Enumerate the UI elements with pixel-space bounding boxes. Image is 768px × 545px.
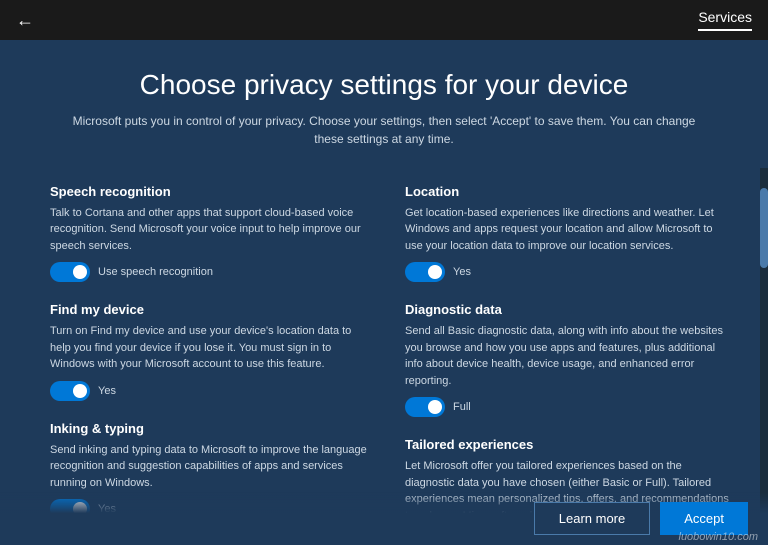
diagnostic-toggle-thumb — [428, 400, 442, 414]
diagnostic-toggle-label: Full — [453, 401, 471, 413]
setting-find-device: Find my device Turn on Find my device an… — [50, 302, 375, 401]
settings-scroll[interactable]: Speech recognition Talk to Cortana and o… — [0, 168, 760, 545]
header-section: Choose privacy settings for your device … — [0, 40, 768, 168]
find-device-toggle[interactable] — [50, 381, 90, 401]
setting-speech-toggle-row: Use speech recognition — [50, 262, 375, 282]
bottom-bar: Learn more Accept — [0, 492, 768, 545]
page-title: Choose privacy settings for your device — [60, 68, 708, 102]
setting-find-device-toggle-row: Yes — [50, 381, 375, 401]
location-toggle-thumb — [428, 265, 442, 279]
location-toggle-track — [405, 262, 445, 282]
setting-location-toggle-row: Yes — [405, 262, 730, 282]
titlebar: ← Services — [0, 0, 768, 40]
setting-speech-title: Speech recognition — [50, 184, 375, 199]
scrollbar[interactable] — [760, 168, 768, 545]
find-device-toggle-thumb — [73, 384, 87, 398]
learn-more-button[interactable]: Learn more — [534, 502, 650, 535]
page-subtitle: Microsoft puts you in control of your pr… — [60, 112, 708, 148]
diagnostic-toggle[interactable] — [405, 397, 445, 417]
diagnostic-toggle-track — [405, 397, 445, 417]
setting-find-device-title: Find my device — [50, 302, 375, 317]
setting-speech: Speech recognition Talk to Cortana and o… — [50, 184, 375, 283]
setting-location: Location Get location-based experiences … — [405, 184, 730, 283]
setting-location-desc: Get location-based experiences like dire… — [405, 205, 730, 255]
titlebar-title: Services — [698, 9, 752, 31]
main-content: Choose privacy settings for your device … — [0, 40, 768, 545]
find-device-toggle-track — [50, 381, 90, 401]
setting-speech-desc: Talk to Cortana and other apps that supp… — [50, 205, 375, 255]
speech-toggle[interactable] — [50, 262, 90, 282]
back-button[interactable]: ← — [16, 10, 34, 31]
setting-diagnostic-title: Diagnostic data — [405, 302, 730, 317]
scrollbar-thumb — [760, 188, 768, 268]
location-toggle[interactable] — [405, 262, 445, 282]
settings-columns: Speech recognition Talk to Cortana and o… — [50, 184, 730, 545]
settings-right-column: Location Get location-based experiences … — [405, 184, 730, 545]
setting-location-title: Location — [405, 184, 730, 199]
setting-find-device-desc: Turn on Find my device and use your devi… — [50, 323, 375, 373]
setting-inking-desc: Send inking and typing data to Microsoft… — [50, 442, 375, 492]
settings-area: Speech recognition Talk to Cortana and o… — [0, 168, 768, 545]
settings-left-column: Speech recognition Talk to Cortana and o… — [50, 184, 375, 545]
setting-diagnostic-toggle-row: Full — [405, 397, 730, 417]
find-device-toggle-label: Yes — [98, 385, 116, 397]
setting-inking-title: Inking & typing — [50, 421, 375, 436]
setting-diagnostic-desc: Send all Basic diagnostic data, along wi… — [405, 323, 730, 389]
location-toggle-label: Yes — [453, 266, 471, 278]
speech-toggle-track — [50, 262, 90, 282]
speech-toggle-thumb — [73, 265, 87, 279]
speech-toggle-label: Use speech recognition — [98, 266, 213, 278]
setting-diagnostic: Diagnostic data Send all Basic diagnosti… — [405, 302, 730, 417]
setting-tailored-title: Tailored experiences — [405, 437, 730, 452]
watermark: luobowin10.com — [679, 531, 759, 543]
